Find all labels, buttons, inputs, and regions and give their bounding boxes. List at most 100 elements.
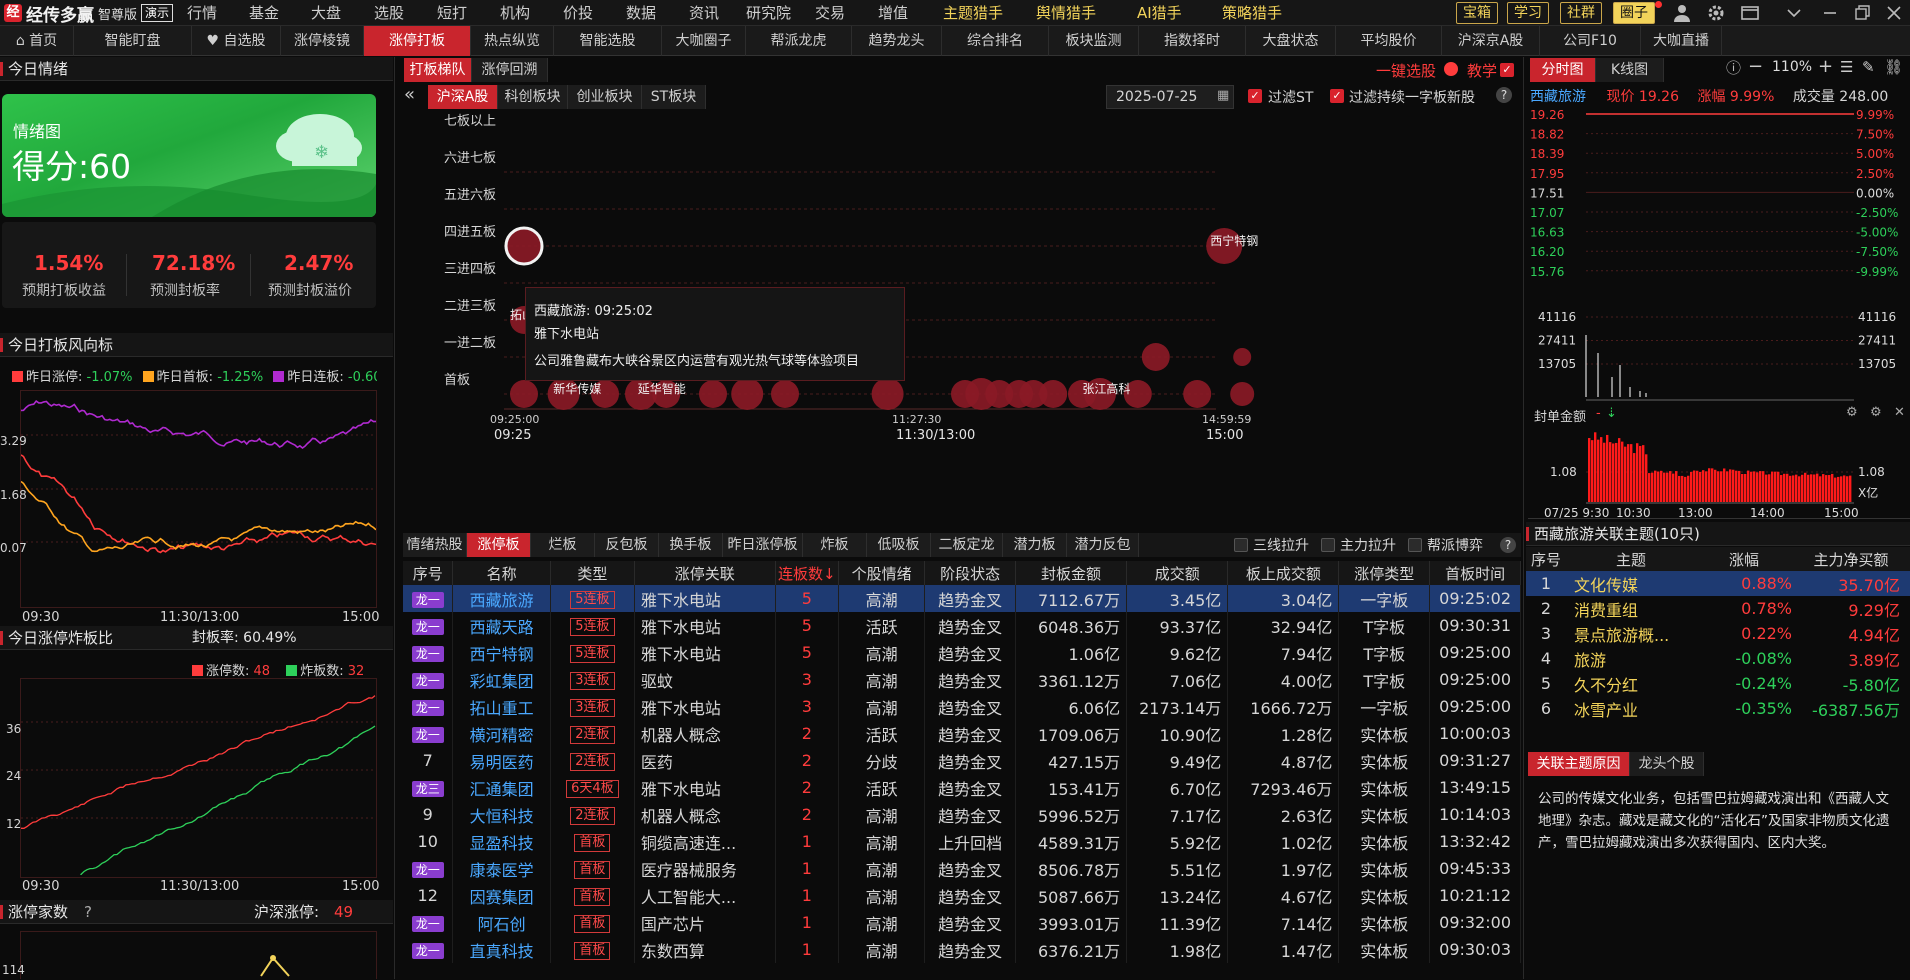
menu-xuangu[interactable]: 选股 — [374, 0, 404, 26]
info-icon[interactable]: ⓘ — [1726, 57, 1741, 78]
stock-name[interactable]: 西藏旅游 — [470, 591, 534, 610]
close-icon[interactable] — [1884, 3, 1904, 23]
help-icon[interactable]: ? — [84, 900, 92, 924]
collapse-icon[interactable]: « — [404, 84, 415, 105]
tab-ladder[interactable]: 打板梯队 — [404, 58, 472, 82]
table-row[interactable]: 龙一 西藏旅游 5连板 雅下水电站 5 高潮 趋势金叉 7112.67万 3.45亿 3.04亿 一… — [403, 585, 1521, 612]
menu-yanjiuyuan[interactable]: 研究院 — [746, 0, 791, 26]
theme-col-header-0[interactable]: 序号 — [1526, 547, 1566, 571]
table-row[interactable]: 龙一 彩虹集团 3连板 驱蚊 3 高潮 趋势金叉 3361.12万 7.06亿 4.00亿 T字板 0… — [403, 666, 1521, 693]
menu-shuju[interactable]: 数据 — [626, 0, 656, 26]
table-row[interactable]: 7 易明医药 2连板 医药 2 分歧 趋势金叉 427.15万 9.49亿 4.87亿 实体板 09:… — [403, 747, 1521, 774]
restore-icon[interactable] — [1852, 3, 1872, 23]
menu-ai-hunter[interactable]: AI猎手 — [1137, 0, 1182, 26]
table-row[interactable]: 龙一 拓山重工 3连板 雅下水电站 3 高潮 趋势金叉 6.06亿 2173.14万 1666.7… — [403, 693, 1521, 720]
gear-icon-2[interactable]: ⚙ — [1870, 405, 1882, 420]
filter-main-force-checkbox[interactable] — [1321, 538, 1335, 552]
theme-row[interactable]: 2 消费重组 0.78% 9.29亿 — [1526, 596, 1910, 621]
bottom-tab-4[interactable]: 换手板 — [659, 533, 723, 557]
tab-market-state[interactable]: 大盘状态 — [1246, 26, 1336, 56]
table-row[interactable]: 10 显盈科技 首板 铜缆高速连... 1 高潮 上升回档 4589.31万 5.92亿 1.02… — [403, 828, 1521, 855]
edit-icon[interactable]: ✎ — [1862, 58, 1875, 76]
tab-intraday[interactable]: 分时图 — [1530, 58, 1596, 82]
tab-home[interactable]: ⌂ 首页 — [0, 26, 74, 56]
theme-col-header-3[interactable]: 主力净买额 — [1792, 547, 1910, 571]
stock-name[interactable]: 横河精密 — [470, 726, 534, 745]
col-header-6[interactable]: 阶段状态 — [924, 561, 1016, 585]
table-row[interactable]: 龙一 康泰医学 首板 医疗器械服务 1 高潮 趋势金叉 8506.78万 5.51亿 1.97亿 实… — [403, 855, 1521, 882]
tab-theme-reason[interactable]: 关联主题原因 — [1528, 752, 1630, 776]
theme-col-header-2[interactable]: 涨幅 — [1696, 547, 1792, 571]
menu-duanda[interactable]: 短打 — [437, 0, 467, 26]
stock-name[interactable]: 康泰医学 — [470, 861, 534, 880]
stock-name[interactable]: 因赛集团 — [470, 888, 534, 907]
menu-icon[interactable]: ☰ — [1840, 58, 1853, 76]
col-header-3[interactable]: 涨停关联 — [634, 561, 776, 585]
tutorial-link[interactable]: 教学 — [1467, 60, 1497, 81]
tab-smart-pick[interactable]: 智能选股 — [554, 26, 662, 56]
stock-name[interactable]: 汇通集团 — [470, 780, 534, 799]
bottom-tab-9[interactable]: 潜力板 — [1003, 533, 1067, 557]
col-header-4[interactable]: 连板数↓ — [775, 561, 840, 585]
tab-hot-overview[interactable]: 热点纵览 — [471, 26, 554, 56]
stock-name[interactable]: 直真科技 — [470, 942, 534, 961]
tab-index-timing[interactable]: 指数择时 — [1139, 26, 1246, 56]
bottom-tab-7[interactable]: 低吸板 — [867, 533, 931, 557]
treasure-box-button[interactable]: 宝箱 — [1456, 2, 1498, 24]
tab-star[interactable]: 科创板块 — [498, 85, 568, 109]
table-row[interactable]: 龙一 横河精密 2连板 机器人概念 2 活跃 趋势金叉 1709.06万 10.90亿 1.28亿… — [403, 720, 1521, 747]
tab-smart-watch[interactable]: 智能盯盘 — [74, 26, 192, 56]
tab-a-shares[interactable]: 沪深京A股 — [1442, 26, 1540, 56]
menu-dapan[interactable]: 大盘 — [311, 0, 341, 26]
record-icon[interactable] — [1444, 62, 1458, 76]
col-header-2[interactable]: 类型 — [550, 561, 635, 585]
col-header-11[interactable]: 首板时间 — [1429, 561, 1521, 585]
col-header-8[interactable]: 成交额 — [1126, 561, 1229, 585]
menu-jijin[interactable]: 基金 — [249, 0, 279, 26]
menu-jigou[interactable]: 机构 — [500, 0, 530, 26]
tutorial-check-icon[interactable]: ✓ — [1500, 63, 1514, 77]
study-button[interactable]: 学习 — [1507, 2, 1549, 24]
theme-row[interactable]: 3 景点旅游概... 0.22% 4.94亿 — [1526, 621, 1910, 646]
bottom-tab-3[interactable]: 反包板 — [595, 533, 659, 557]
help-icon[interactable]: ? — [1500, 537, 1516, 553]
tab-limitup-board[interactable]: 涨停打板 — [364, 26, 471, 56]
filter-new-checkbox[interactable]: ✓ — [1330, 89, 1344, 103]
theme-row[interactable]: 5 久不分红 -0.24% -5.80亿 — [1526, 671, 1910, 696]
menu-jiatou[interactable]: 价投 — [563, 0, 593, 26]
date-picker[interactable]: 2025-07-25 ▦ — [1106, 85, 1234, 109]
theme-row[interactable]: 4 旅游 -0.08% 3.89亿 — [1526, 646, 1910, 671]
tab-expert-circle[interactable]: 大咖圈子 — [662, 26, 746, 56]
tab-watchlist[interactable]: ♥ 自选股 — [192, 26, 281, 56]
theme-row[interactable]: 1 文化传媒 0.88% 35.70亿 — [1526, 571, 1910, 596]
bottom-tab-10[interactable]: 潜力反包 — [1067, 533, 1139, 557]
gear-icon[interactable] — [1706, 3, 1726, 23]
one-click-pick-link[interactable]: 一键选股 — [1376, 60, 1436, 81]
menu-sentiment-hunter[interactable]: 舆情猎手 — [1036, 0, 1096, 26]
stock-name[interactable]: 西宁特钢 — [470, 645, 534, 664]
table-row[interactable]: 龙三 汇通集团 6天4板 雅下水电站 2 活跃 趋势金叉 153.41万 6.70亿 7293.4… — [403, 774, 1521, 801]
col-header-7[interactable]: 封板金额 — [1015, 561, 1128, 585]
help-icon[interactable]: ? — [1496, 87, 1512, 103]
tab-st[interactable]: ST板块 — [642, 85, 706, 109]
window-icon[interactable] — [1740, 3, 1760, 23]
theme-row[interactable]: 6 冰雪产业 -0.35% -6387.56万 — [1526, 696, 1910, 721]
close-icon[interactable]: ✕ — [1894, 405, 1905, 420]
stock-name[interactable]: 易明医药 — [470, 753, 534, 772]
zoom-in-button[interactable]: + — [1818, 56, 1833, 77]
tab-limitup-prism[interactable]: 涨停棱镜 — [281, 26, 364, 56]
table-row[interactable]: 龙一 西藏天路 5连板 雅下水电站 5 活跃 趋势金叉 6048.36万 93.37亿 32.94… — [403, 612, 1521, 639]
link-icon[interactable]: ⛓ — [1884, 58, 1903, 76]
theme-col-header-1[interactable]: 主题 — [1566, 547, 1696, 571]
chevron-down-icon[interactable] — [1784, 3, 1804, 23]
tab-f10[interactable]: 公司F10 — [1540, 26, 1641, 56]
stock-name[interactable]: 大恒科技 — [470, 807, 534, 826]
bottom-tab-2[interactable]: 烂板 — [531, 533, 595, 557]
tab-avg-price[interactable]: 平均股价 — [1336, 26, 1442, 56]
stock-name[interactable]: 彩虹集团 — [470, 672, 534, 691]
bottom-tab-1[interactable]: 涨停板 — [467, 533, 531, 557]
menu-zengzhi[interactable]: 增值 — [878, 0, 908, 26]
user-icon[interactable] — [1672, 3, 1692, 23]
col-header-9[interactable]: 板上成交额 — [1227, 561, 1340, 585]
menu-zixun[interactable]: 资讯 — [689, 0, 719, 26]
